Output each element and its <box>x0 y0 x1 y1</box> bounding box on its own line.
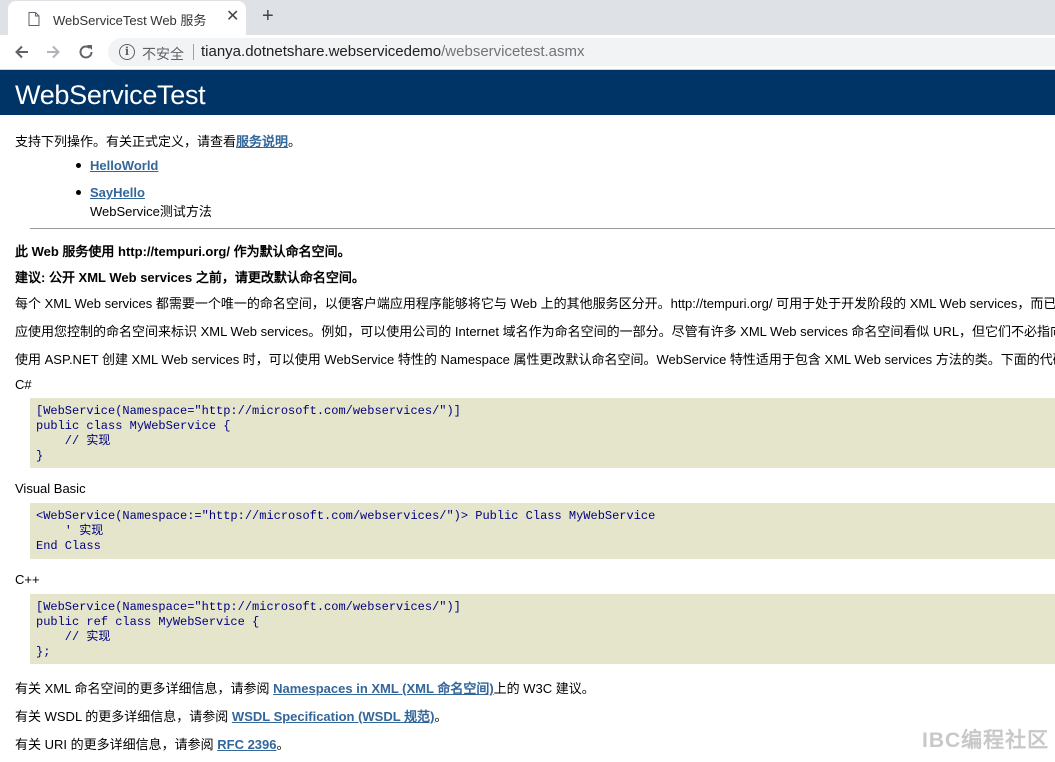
footer-wsdl: 有关 WSDL 的更多详细信息，请参阅 WSDL Specification (… <box>15 706 447 725</box>
paragraph-namespace-control: 应使用您控制的命名空间来标识 XML Web services。例如，可以使用公… <box>15 324 1055 339</box>
reload-icon[interactable] <box>76 42 96 62</box>
intro-text: 支持下列操作。有关正式定义，请查看 <box>15 134 237 149</box>
url-path: /webservicetest.asmx <box>441 43 585 60</box>
security-label[interactable]: 不安全 <box>142 44 184 64</box>
divider <box>30 228 1055 229</box>
example-label-vb: Visual Basic <box>15 481 86 496</box>
forward-arrow-icon[interactable] <box>43 42 63 62</box>
url-host: tianya.dotnetshare.webservicedemo <box>201 43 442 60</box>
example-label-cpp: C++ <box>15 572 40 587</box>
service-description-link[interactable]: 服务说明 <box>236 134 288 149</box>
footer-text: 上的 W3C 建议。 <box>493 681 595 696</box>
watermark: IBC编程社区 <box>922 729 1050 752</box>
bullet-icon <box>76 190 81 195</box>
wsdl-specification-link[interactable]: WSDL Specification (WSDL 规范) <box>232 709 434 724</box>
example-label-csharp: C# <box>15 377 32 392</box>
footer-uri: 有关 URI 的更多详细信息，请参阅 RFC 2396。 <box>15 734 290 753</box>
footer-text: 有关 URI 的更多详细信息，请参阅 <box>15 737 218 752</box>
tab-strip: WebServiceTest Web 服务 ✕ + <box>0 0 1055 35</box>
footer-xml-namespaces: 有关 XML 命名空间的更多详细信息，请参阅 Namespaces in XML… <box>15 678 595 697</box>
page-header: WebServiceTest <box>0 70 1055 115</box>
footer-text: 。 <box>434 709 448 724</box>
new-tab-icon[interactable]: + <box>262 6 274 26</box>
url-text[interactable]: tianya.dotnetshare.webservicedemo/webser… <box>201 43 585 60</box>
intro-line: 支持下列操作。有关正式定义，请查看服务说明。 <box>15 131 301 150</box>
close-tab-icon[interactable]: ✕ <box>226 9 239 25</box>
paragraph-namespace-attribute: 使用 ASP.NET 创建 XML Web services 时，可以使用 We… <box>15 352 1055 367</box>
back-arrow-icon[interactable] <box>12 42 32 62</box>
code-cpp: [WebService(Namespace="http://microsoft.… <box>36 600 461 659</box>
operation-description: WebService测试方法 <box>90 204 212 219</box>
browser-toolbar: i 不安全 tianya.dotnetshare.webservicedemo/… <box>0 35 1055 70</box>
tab-title: WebServiceTest Web 服务 <box>53 13 207 28</box>
code-block-cpp: [WebService(Namespace="http://microsoft.… <box>30 594 1055 664</box>
code-block-csharp: [WebService(Namespace="http://microsoft.… <box>30 398 1055 468</box>
code-block-vb: <WebService(Namespace:="http://microsoft… <box>30 503 1055 559</box>
bullet-icon <box>76 163 81 168</box>
intro-end: 。 <box>288 134 302 149</box>
namespaces-in-xml-link[interactable]: Namespaces in XML (XML 命名空间) <box>273 681 494 696</box>
code-vb: <WebService(Namespace:="http://microsoft… <box>36 509 656 553</box>
address-bar[interactable]: i 不安全 tianya.dotnetshare.webservicedemo/… <box>108 38 1055 66</box>
page-content: WebServiceTest 支持下列操作。有关正式定义，请查看服务说明。 He… <box>0 70 1055 762</box>
page-title: WebServiceTest <box>15 80 206 110</box>
operation-link-helloworld[interactable]: HelloWorld <box>90 158 158 173</box>
recommendation-heading: 建议: 公开 XML Web services 之前，请更改默认命名空间。 <box>15 270 365 285</box>
footer-text: 。 <box>276 737 290 752</box>
browser-tab[interactable]: WebServiceTest Web 服务 ✕ <box>8 1 246 35</box>
paragraph-namespace-unique: 每个 XML Web services 都需要一个唯一的命名空间，以便客户端应用… <box>15 296 1055 311</box>
rfc-2396-link[interactable]: RFC 2396 <box>217 737 276 752</box>
code-csharp: [WebService(Namespace="http://microsoft.… <box>36 404 461 463</box>
footer-text: 有关 WSDL 的更多详细信息，请参阅 <box>15 709 232 724</box>
info-icon[interactable]: i <box>119 44 135 60</box>
namespace-heading: 此 Web 服务使用 http://tempuri.org/ 作为默认命名空间。 <box>15 244 351 259</box>
separator <box>193 44 194 60</box>
operation-link-sayhello[interactable]: SayHello <box>90 185 145 200</box>
footer-text: 有关 XML 命名空间的更多详细信息，请参阅 <box>15 681 274 696</box>
document-icon <box>28 12 40 26</box>
